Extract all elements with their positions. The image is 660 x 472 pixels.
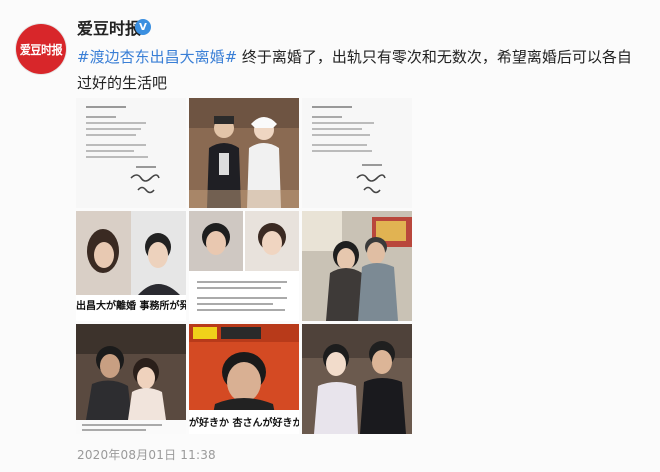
account-name[interactable]: 爱豆时报 <box>77 15 141 39</box>
avatar[interactable]: 爱豆时报 <box>16 24 66 74</box>
article-portraits-image <box>189 211 299 321</box>
image-caption-overlay: 出昌大が離婚 事務所が発 <box>76 301 186 312</box>
image-6[interactable] <box>302 211 412 321</box>
photo-image <box>76 324 186 434</box>
couple-photo-image <box>302 211 412 321</box>
image-5[interactable] <box>189 211 299 321</box>
image-2[interactable] <box>189 98 299 208</box>
document-scan-image <box>76 98 186 208</box>
image-8[interactable]: が好きか 杏さんが好きか <box>189 324 299 434</box>
image-9[interactable] <box>302 324 412 434</box>
document-scan-image <box>302 98 412 208</box>
image-7[interactable] <box>76 324 186 434</box>
verified-badge-icon: V <box>135 19 151 35</box>
hashtag-link[interactable]: #渡边杏东出昌大离婚# <box>77 48 237 66</box>
post-text: #渡边杏东出昌大离婚# 终于离婚了，出轨只有零次和无数次，希望离婚后可以各自过好… <box>77 44 637 96</box>
kimono-couple-image <box>302 324 412 434</box>
image-1[interactable] <box>76 98 186 208</box>
avatar-text: 爱豆时报 <box>19 42 63 57</box>
image-4[interactable]: 出昌大が離婚 事務所が発 <box>76 211 186 321</box>
image-grid: 出昌大が離婚 事務所が発 が好きか 杏さんが好きか <box>76 98 412 438</box>
weibo-post: 爱豆时报 爱豆时报 V #渡边杏东出昌大离婚# 终于离婚了，出轨只有零次和无数次… <box>0 0 660 472</box>
image-3[interactable] <box>302 98 412 208</box>
post-timestamp[interactable]: 2020年08月01日 11:38 <box>77 446 216 463</box>
tv-caption-overlay: が好きか 杏さんが好きか <box>189 418 299 429</box>
wedding-photo-image <box>189 98 299 208</box>
